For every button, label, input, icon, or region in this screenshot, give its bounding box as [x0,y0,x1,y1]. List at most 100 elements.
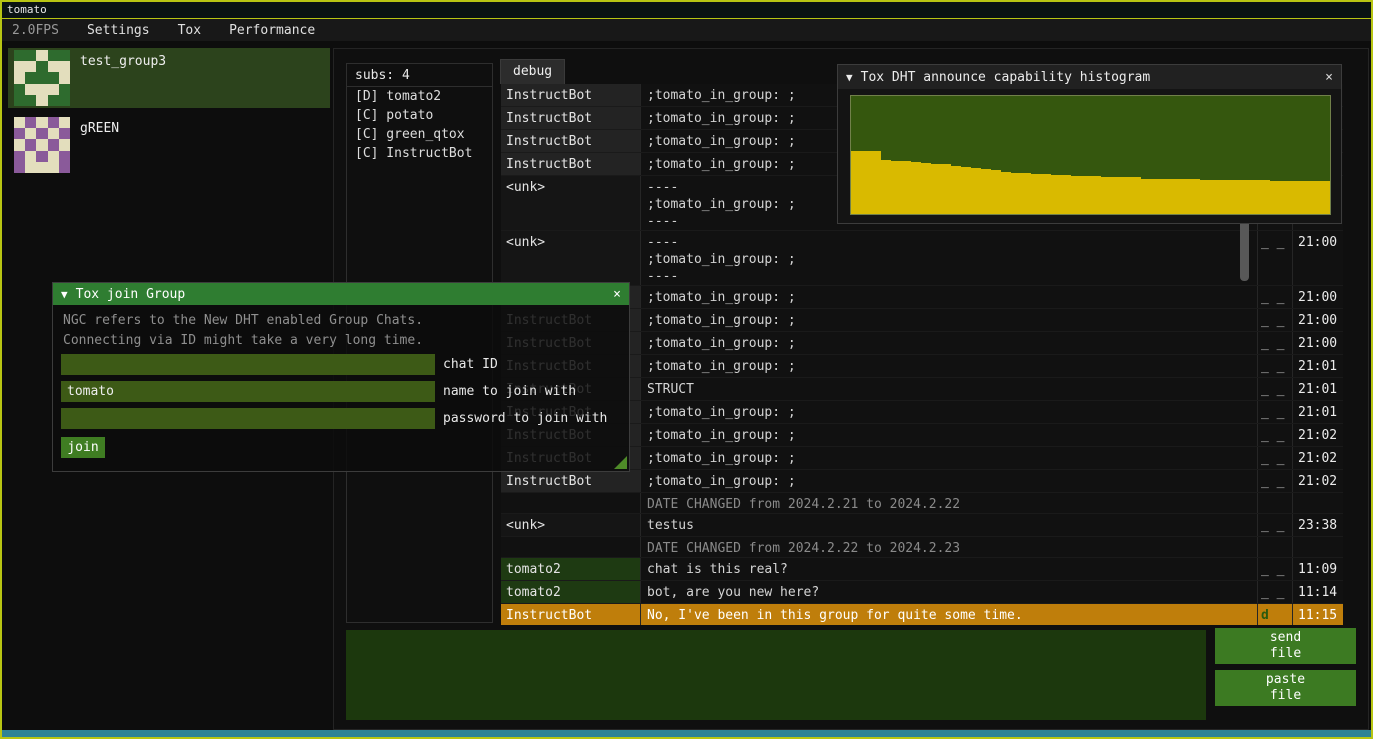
identicon-cell [14,61,25,72]
collapse-arrow-icon[interactable]: ▼ [846,71,853,84]
identicon-cell [59,95,70,106]
identicon-cell [36,72,47,83]
histogram-bar [1290,181,1300,214]
join-field-label: chat ID [443,357,498,372]
join-group-titlebar[interactable]: ▼ Tox join Group × [53,283,629,305]
chat-row: <unk>testus_ _23:38 [501,514,1343,537]
identicon-cell [59,139,70,150]
histogram-bar [1171,179,1181,214]
join-button[interactable]: join [61,437,105,458]
chat-row-author: InstructBot [501,84,641,106]
histogram-bar [1190,179,1200,214]
chat-row-flags: _ _ [1258,286,1293,308]
join-input-password-to-join-with[interactable] [61,408,435,429]
histogram-bar [1220,180,1230,214]
group-item-test_group3[interactable]: test_group3 [8,48,330,108]
histogram-bar [931,164,941,214]
chat-row-time: 11:09 [1293,558,1343,580]
close-icon[interactable]: × [613,287,621,302]
chat-row-author: tomato2 [501,581,641,603]
identicon-cell [36,151,47,162]
dht-histogram-titlebar[interactable]: ▼ Tox DHT announce capability histogram … [838,65,1341,89]
sub-item[interactable]: [D] tomato2 [347,87,492,106]
join-input-name-to-join-with[interactable] [61,381,435,402]
chat-row-author: InstructBot [501,604,641,625]
identicon-cell [36,162,47,173]
identicon-cell [59,84,70,95]
chat-row-author: <unk> [501,231,641,285]
chat-row-flags: _ _ [1258,581,1293,603]
chat-row-flags: d [1258,604,1293,625]
date-separator-row: DATE CHANGED from 2024.2.22 to 2024.2.23 [501,537,1343,558]
histogram-bar [941,164,951,214]
histogram-bar [1151,179,1161,214]
chat-row-flags: _ _ [1258,378,1293,400]
chat-row-message: ;tomato_in_group: ; [641,332,1258,354]
histogram-bar [1200,180,1210,214]
identicon-cell [36,139,47,150]
histogram-bar [1081,176,1091,214]
chat-row-flags: _ _ [1258,447,1293,469]
chat-row-author [501,537,641,557]
collapse-arrow-icon[interactable]: ▼ [61,288,68,301]
sub-item[interactable]: [C] InstructBot [347,144,492,163]
histogram-bar [1031,174,1041,214]
chat-row: InstructBot;tomato_in_group: ;_ _21:02 [501,470,1343,493]
identicon-cell [59,128,70,139]
tab-debug[interactable]: debug [500,59,565,84]
histogram-bar [1041,174,1051,214]
histogram-bar [961,167,971,214]
menu-item-performance[interactable]: Performance [215,23,329,38]
identicon-cell [36,61,47,72]
histogram-plot [850,95,1331,215]
sub-item[interactable]: [C] green_qtox [347,125,492,144]
chat-row-flags [1258,493,1293,513]
resize-grip-icon[interactable] [614,456,627,469]
group-item-gREEN[interactable]: gREEN [8,115,330,175]
send-file-button[interactable]: send file [1215,628,1356,664]
identicon-cell [25,50,36,61]
chat-row-message: STRUCT [641,378,1258,400]
subs-list: [D] tomato2[C] potato[C] green_qtox[C] I… [347,87,492,163]
chat-row-time: 21:01 [1293,401,1343,423]
join-input-chat-ID[interactable] [61,354,435,375]
identicon-cell [14,151,25,162]
histogram-bar [921,163,931,214]
chat-row-time [1293,493,1343,513]
chat-row-time: 21:00 [1293,309,1343,331]
paste-file-button[interactable]: paste file [1215,670,1356,706]
close-icon[interactable]: × [1325,70,1333,85]
identicon-cell [14,50,25,61]
chat-row-time: 11:15 [1293,604,1343,625]
histogram-bar [991,170,1001,214]
identicon-cell [48,139,59,150]
histogram-bar [971,168,981,214]
chat-row-flags: _ _ [1258,401,1293,423]
chat-row-flags: _ _ [1258,424,1293,446]
menubar: 2.0FPS SettingsToxPerformance [2,19,1371,41]
histogram-bar [951,166,961,214]
chat-row-flags: _ _ [1258,309,1293,331]
histogram-bar [1131,177,1141,214]
histogram-bar [1270,181,1280,214]
identicon-cell [48,128,59,139]
chat-row-author: InstructBot [501,107,641,129]
message-input[interactable] [346,630,1206,720]
histogram-bar [1101,177,1111,214]
menu-item-settings[interactable]: Settings [73,23,164,38]
chat-row-time: 21:01 [1293,355,1343,377]
chat-row-message: ;tomato_in_group: ; [641,424,1258,446]
sub-item[interactable]: [C] potato [347,106,492,125]
group-name: gREEN [70,115,119,175]
identicon-cell [48,61,59,72]
chat-row-message: ;tomato_in_group: ; [641,309,1258,331]
chat-row-time: 21:00 [1293,286,1343,308]
chat-row-flags: _ _ [1258,514,1293,536]
histogram-bar [1210,180,1220,214]
menu-item-tox[interactable]: Tox [164,23,215,38]
chat-row-author: InstructBot [501,130,641,152]
histogram-bar [981,169,991,214]
histogram-bar [911,162,921,214]
identicon-cell [48,72,59,83]
identicon-cell [59,72,70,83]
